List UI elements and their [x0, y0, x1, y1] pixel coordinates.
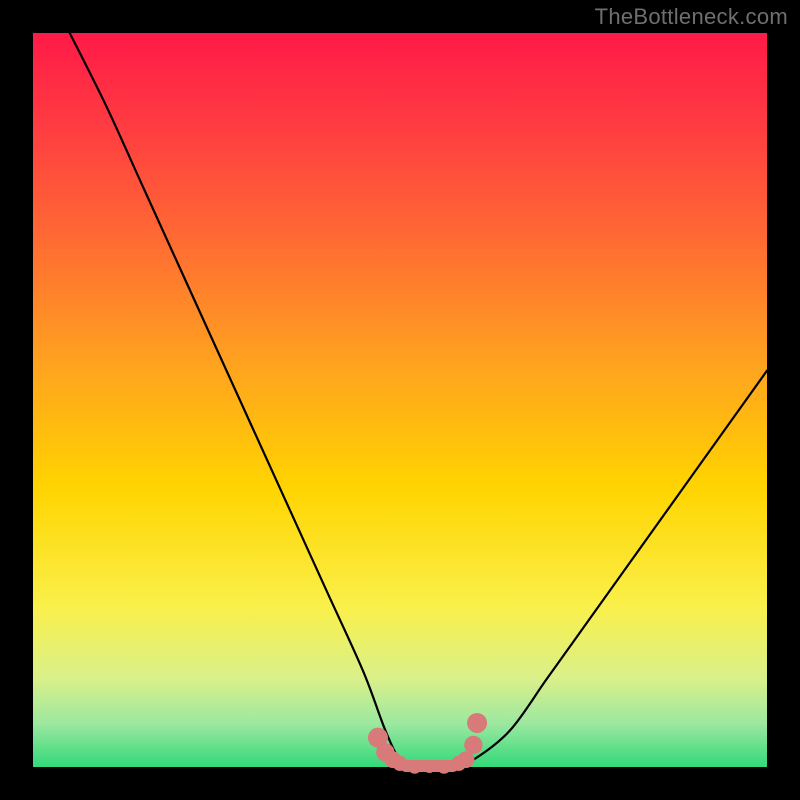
- bottleneck-chart: [0, 0, 800, 800]
- fit-marker: [467, 713, 487, 733]
- fit-marker: [392, 756, 407, 771]
- fit-marker: [408, 760, 422, 774]
- fit-marker: [423, 761, 435, 773]
- plot-background: [33, 33, 767, 767]
- chart-stage: TheBottleneck.com: [0, 0, 800, 800]
- watermark-text: TheBottleneck.com: [595, 4, 788, 30]
- fit-marker: [437, 760, 451, 774]
- fit-marker: [464, 736, 482, 754]
